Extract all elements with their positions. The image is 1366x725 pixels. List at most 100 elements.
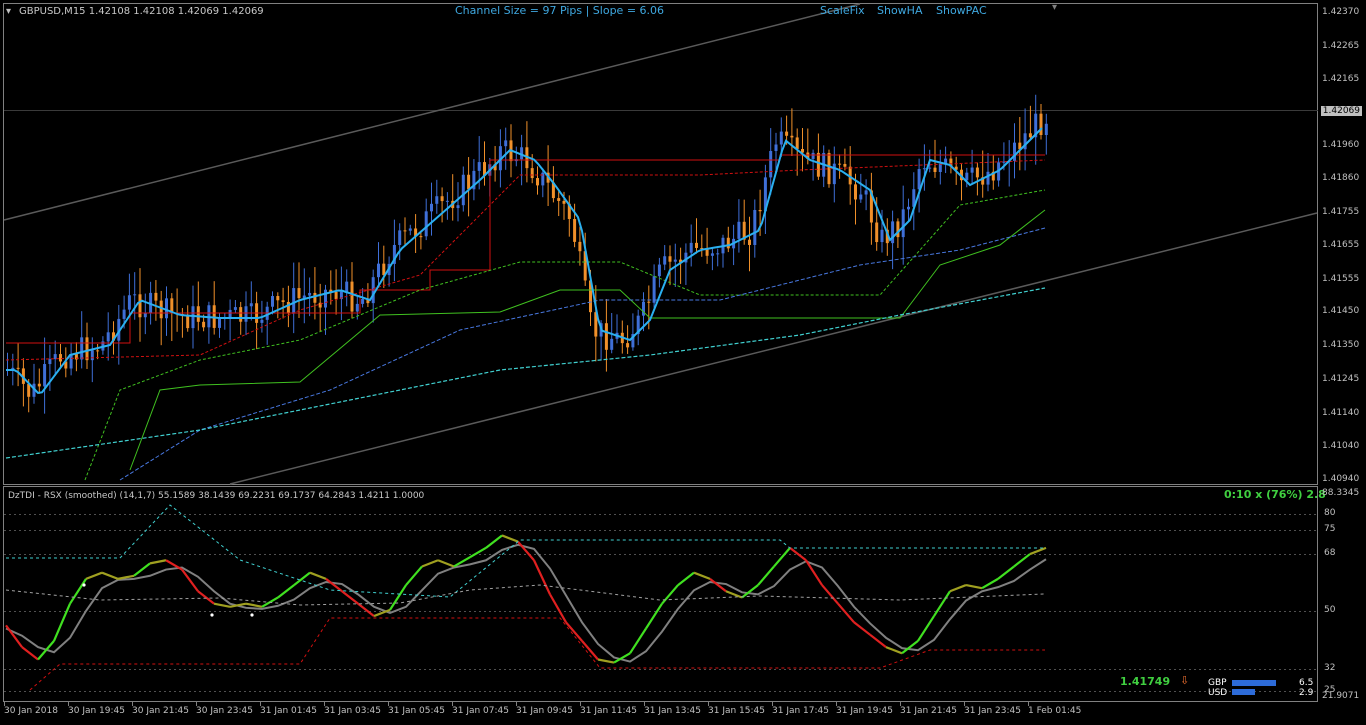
rsx-segment: [197, 590, 215, 605]
time-axis-label: 31 Jan 05:45: [388, 706, 445, 716]
time-axis-label: 30 Jan 21:45: [132, 706, 189, 716]
rsx-segment: [853, 621, 871, 636]
candle-body: [228, 309, 232, 318]
candle-body: [938, 163, 942, 172]
candle-body: [790, 135, 794, 138]
candle-body: [408, 228, 412, 231]
rsx-segment: [661, 584, 679, 605]
candle-body: [308, 292, 312, 296]
rsx-segment: [293, 571, 311, 586]
indicator-level-label: 68: [1324, 548, 1336, 558]
scalefix-button[interactable]: ScaleFix: [820, 5, 865, 17]
candle-body: [138, 294, 142, 318]
candle-body: [689, 242, 693, 253]
price-axis-label: 1.41960: [1322, 140, 1360, 150]
rsx-segment: [901, 640, 919, 655]
candle-body: [48, 359, 52, 365]
price-axis-label: 1.41860: [1322, 173, 1360, 183]
rsx-segment: [5, 624, 23, 648]
price-axis-label: 1.41140: [1322, 408, 1360, 418]
indicator-status: 0:10 x (76%) 2.8: [1224, 488, 1326, 501]
candle-body: [859, 194, 863, 200]
candle-body: [435, 196, 439, 204]
candle-body: [196, 306, 200, 322]
candle-body: [239, 307, 243, 322]
blue-dashed-ma: [119, 227, 1046, 481]
price-axis-label: 1.42265: [1322, 41, 1360, 51]
time-axis-label: 31 Jan 11:45: [580, 706, 637, 716]
rsx-segment: [325, 577, 343, 593]
candle-body: [970, 167, 974, 173]
rsx-segment: [677, 571, 695, 586]
candle-body: [43, 364, 47, 387]
rsx-segment: [597, 658, 615, 664]
candle-body: [456, 205, 460, 209]
candle-body: [557, 198, 561, 201]
down-arrow-icon: ⇩: [1180, 674, 1190, 687]
time-axis-label: 30 Jan 23:45: [196, 706, 253, 716]
candle-body: [917, 169, 921, 190]
candle-body: [726, 237, 730, 249]
rsi-signal-line: [5, 543, 1047, 663]
indicator-level-label: 75: [1324, 524, 1336, 534]
rsx-segment: [101, 571, 119, 580]
candle-body: [345, 281, 349, 292]
signal-dot: [82, 583, 86, 587]
chart-frame: [3, 3, 1318, 706]
candle-body: [271, 296, 274, 307]
collapse-icon[interactable]: ▾: [1052, 2, 1057, 14]
symbol-dropdown-icon[interactable]: ▾: [6, 6, 11, 18]
candle-body: [440, 196, 444, 202]
candle-body: [748, 239, 751, 245]
rsx-segment: [837, 602, 855, 624]
price-axis-label: 1.41755: [1322, 207, 1360, 217]
candle-body: [1028, 133, 1032, 138]
candle-body: [90, 350, 94, 361]
candle-body: [445, 200, 449, 202]
price-axis-label: 1.41245: [1322, 374, 1360, 384]
candle-body: [249, 303, 253, 307]
signal-price: 1.41749: [1120, 675, 1171, 688]
candle-body: [96, 350, 100, 352]
candle-body: [260, 319, 264, 323]
rsx-segment: [213, 602, 231, 608]
rsx-segment: [485, 534, 503, 549]
indicator-title: DzTDI - RSX (smoothed) (14,1,7) 55.1589 …: [8, 491, 425, 501]
showha-button[interactable]: ShowHA: [877, 5, 922, 17]
price-axis-label: 1.41040: [1322, 441, 1360, 451]
rsx-segment: [277, 584, 295, 599]
currency-gbp-strength-bar: [1232, 680, 1277, 686]
channel-info: Channel Size = 97 Pips | Slope = 6.06: [455, 4, 665, 17]
candle-body: [610, 338, 614, 350]
candle-body: [233, 307, 237, 310]
rsx-segment: [1013, 553, 1031, 568]
rsx-segment: [933, 590, 951, 617]
price-axis-label: 1.40940: [1322, 474, 1360, 484]
candle-body: [430, 203, 433, 212]
rsx-segment: [757, 565, 775, 586]
candle-body: [165, 298, 168, 319]
candle-body: [838, 163, 842, 165]
indicator-mid-band: [5, 584, 1046, 606]
candle-body: [928, 167, 932, 169]
rsx-segment: [85, 571, 103, 580]
price-axis-label: 1.41555: [1322, 274, 1360, 284]
rsx-segment: [309, 571, 327, 580]
candle-body: [779, 131, 783, 145]
showpac-button[interactable]: ShowPAC: [936, 5, 987, 17]
candle-body: [695, 242, 698, 248]
candle-body: [377, 263, 380, 278]
candles: [6, 94, 1048, 414]
rsx-segment: [917, 615, 935, 642]
rsx-segment: [885, 646, 903, 655]
candle-body: [398, 230, 402, 245]
candle-body: [419, 236, 423, 238]
candle-body: [127, 295, 131, 310]
candle-body: [1039, 113, 1043, 136]
candle-body: [313, 292, 317, 303]
green-dashed-line: [84, 189, 1046, 481]
time-axis-label: 31 Jan 09:45: [516, 706, 573, 716]
currency-usd-value: 2.9: [1299, 688, 1314, 698]
rsx-segment: [245, 602, 263, 608]
price-axis-label: 1.41655: [1322, 240, 1360, 250]
